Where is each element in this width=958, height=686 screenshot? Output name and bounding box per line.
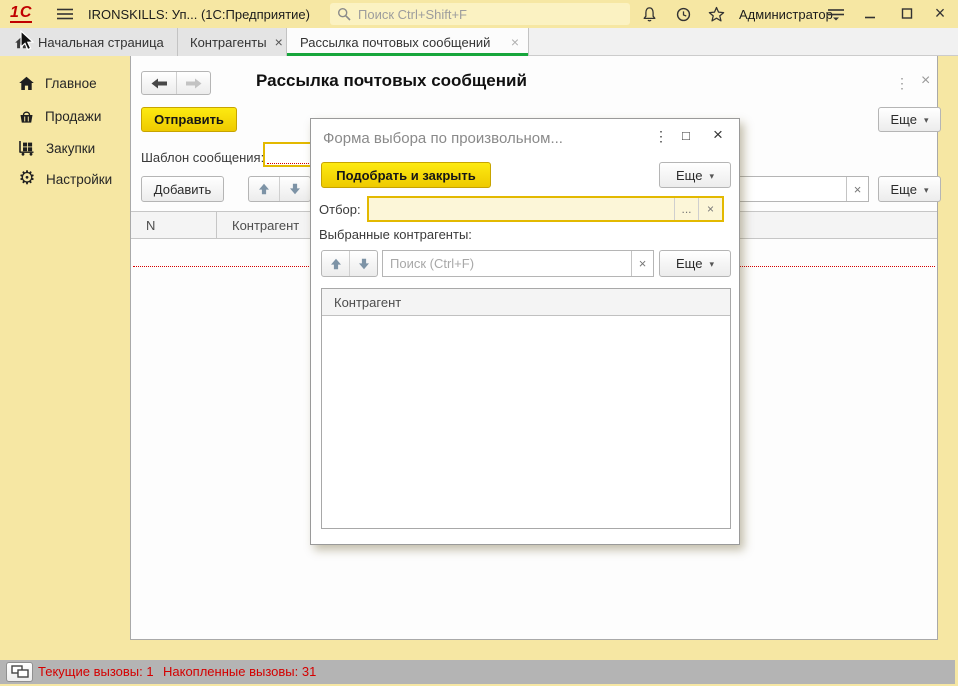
- sidebar-item-label: Закупки: [46, 141, 95, 156]
- selected-kontragenty-label: Выбранные контрагенты:: [319, 227, 472, 242]
- selected-kontragenty-table: Контрагент: [321, 288, 731, 529]
- clear-search-icon[interactable]: ×: [631, 251, 653, 276]
- column-header-n[interactable]: N: [131, 212, 217, 238]
- arrow-down-icon: [289, 183, 301, 195]
- move-up-button[interactable]: [322, 251, 349, 276]
- more-label: Еще: [891, 112, 917, 127]
- tab-close-icon[interactable]: ×: [267, 34, 283, 50]
- pick-and-close-button[interactable]: Подобрать и закрыть: [321, 162, 491, 188]
- tab-kontragenty[interactable]: Контрагенты ×: [178, 28, 287, 56]
- tab-bar: Начальная страница Контрагенты × Рассылк…: [0, 28, 958, 56]
- history-icon[interactable]: [675, 6, 692, 23]
- more-label: Еще: [676, 168, 702, 183]
- search-icon: [337, 7, 351, 21]
- tab-label: Контрагенты: [190, 35, 267, 50]
- tab-close-icon[interactable]: ×: [503, 34, 519, 50]
- page-title: Рассылка почтовых сообщений: [256, 71, 527, 91]
- dialog-kebab-icon[interactable]: ⋮: [654, 128, 668, 145]
- home-icon: [18, 76, 35, 91]
- dialog-list-more-button[interactable]: Еще ▾: [659, 250, 731, 277]
- favorites-icon[interactable]: [708, 6, 725, 23]
- more-label: Еще: [676, 256, 702, 271]
- chevron-down-icon: ▾: [924, 183, 929, 196]
- filter-label: Отбор:: [319, 196, 361, 222]
- back-button[interactable]: [142, 72, 176, 94]
- chevron-down-icon: ▾: [924, 113, 929, 126]
- current-user[interactable]: Администратор: [739, 7, 833, 22]
- form-more-button[interactable]: Еще ▾: [878, 107, 941, 132]
- filter-ellipsis-button[interactable]: ...: [674, 198, 698, 220]
- row-move-group: [248, 176, 311, 202]
- dialog-search-input[interactable]: [383, 251, 631, 276]
- mouse-cursor: [20, 30, 36, 52]
- app-title: IRONSKILLS: Уп... (1С:Предприятие): [88, 7, 310, 22]
- filter-value[interactable]: [369, 198, 674, 220]
- chevron-down-icon: ▾: [709, 169, 714, 182]
- dialog-close-icon[interactable]: ×: [713, 125, 723, 145]
- global-search-input[interactable]: [358, 7, 623, 22]
- sidebar-item-label: Продажи: [45, 109, 101, 124]
- server-calls-button[interactable]: [6, 662, 33, 682]
- template-label: Шаблон сообщения:: [141, 145, 264, 170]
- gear-icon: ⚙: [18, 171, 36, 187]
- history-nav-group: [141, 71, 211, 95]
- selection-dialog: Форма выбора по произвольном... ⋮ □ × По…: [310, 118, 740, 545]
- current-calls-text: Текущие вызовы: 1: [38, 660, 154, 684]
- sidebar-item-label: Настройки: [46, 172, 112, 187]
- maximize-button[interactable]: [901, 7, 913, 20]
- sidebar-item-label: Главное: [45, 76, 97, 91]
- sidebar-item-prodazhi[interactable]: Продажи: [0, 103, 130, 129]
- list-more-button[interactable]: Еще ▾: [878, 176, 941, 202]
- move-down-button[interactable]: [279, 177, 310, 201]
- filter-field[interactable]: ... ×: [367, 196, 724, 222]
- dialog-row-move-group: [321, 250, 378, 277]
- close-window-button[interactable]: ×: [931, 3, 949, 24]
- 1c-logo: 1С: [10, 4, 32, 23]
- minimize-button[interactable]: [864, 7, 876, 20]
- arrow-down-icon: [358, 258, 370, 270]
- tab-label: Начальная страница: [38, 35, 164, 50]
- dialog-more-button[interactable]: Еще ▾: [659, 162, 731, 188]
- dialog-search-field[interactable]: ×: [382, 250, 654, 277]
- basket-icon: [18, 109, 35, 124]
- sidebar-item-zakupki[interactable]: Закупки: [0, 135, 130, 161]
- dialog-maximize-icon[interactable]: □: [682, 128, 690, 143]
- status-bar: Текущие вызовы: 1 Накопленные вызовы: 31: [0, 660, 955, 684]
- form-close-icon[interactable]: ×: [921, 72, 930, 90]
- clear-search-icon[interactable]: ×: [846, 177, 868, 201]
- filter-clear-icon[interactable]: ×: [698, 198, 722, 220]
- arrow-right-icon: [185, 78, 202, 89]
- arrow-left-icon: [151, 78, 168, 89]
- tab-label: Рассылка почтовых сообщений: [300, 35, 490, 50]
- app-window: 1С IRONSKILLS: Уп... (1С:Предприятие) Ад…: [0, 0, 958, 686]
- dialog-title: Форма выбора по произвольном...: [323, 130, 648, 147]
- monitors-icon: [11, 665, 29, 679]
- accumulated-calls-text: Накопленные вызовы: 31: [163, 660, 316, 684]
- titlebar: 1С IRONSKILLS: Уп... (1С:Предприятие) Ад…: [0, 0, 958, 28]
- add-button[interactable]: Добавить: [141, 176, 224, 202]
- column-header-kontragent[interactable]: Контрагент: [322, 289, 730, 316]
- global-search[interactable]: [330, 3, 630, 25]
- tab-rassylka[interactable]: Рассылка почтовых сообщений ×: [287, 28, 529, 56]
- move-down-button[interactable]: [349, 251, 377, 276]
- main-menu-icon[interactable]: [56, 7, 74, 24]
- more-label: Еще: [891, 182, 917, 197]
- forward-button[interactable]: [176, 72, 210, 94]
- cart-icon: [18, 140, 36, 156]
- sidebar-item-nastroyki[interactable]: ⚙ Настройки: [0, 166, 130, 192]
- chevron-down-icon: ▾: [709, 257, 714, 270]
- move-up-button[interactable]: [249, 177, 279, 201]
- notifications-icon[interactable]: [641, 6, 658, 23]
- send-button[interactable]: Отправить: [141, 107, 237, 132]
- sidebar-item-glavnoe[interactable]: Главное: [0, 70, 130, 96]
- service-menu-icon[interactable]: [827, 8, 845, 21]
- form-kebab-icon[interactable]: ⋮: [895, 75, 909, 92]
- arrow-up-icon: [330, 258, 342, 270]
- arrow-up-icon: [258, 183, 270, 195]
